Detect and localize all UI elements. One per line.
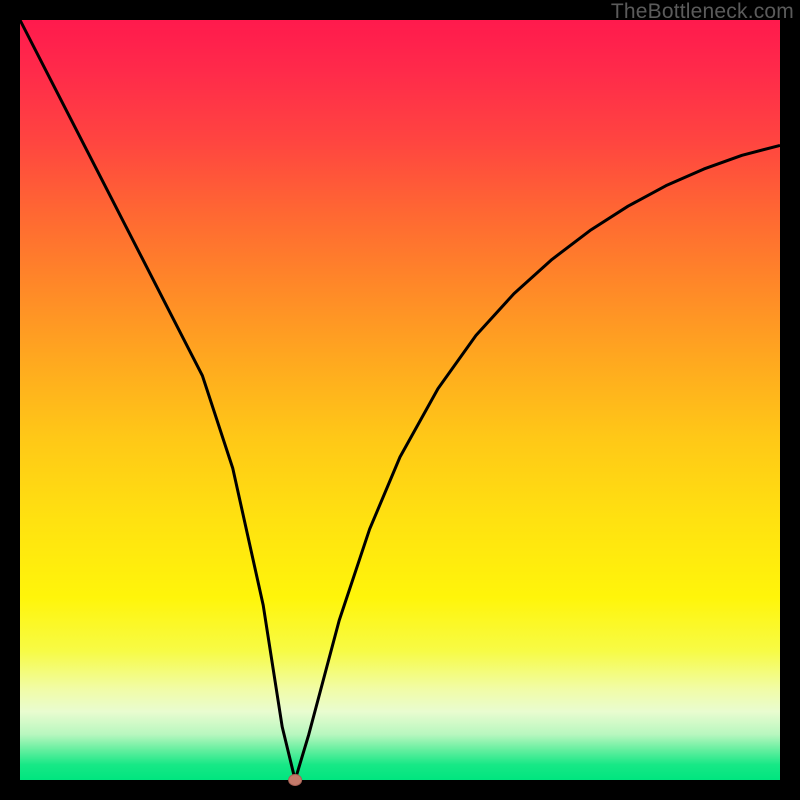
- plot-area: [20, 20, 780, 780]
- watermark-text: TheBottleneck.com: [611, 0, 794, 24]
- bottleneck-curve: [20, 20, 780, 780]
- curve-svg: [20, 20, 780, 780]
- chart-frame: TheBottleneck.com: [0, 0, 800, 800]
- optimum-marker: [289, 775, 302, 786]
